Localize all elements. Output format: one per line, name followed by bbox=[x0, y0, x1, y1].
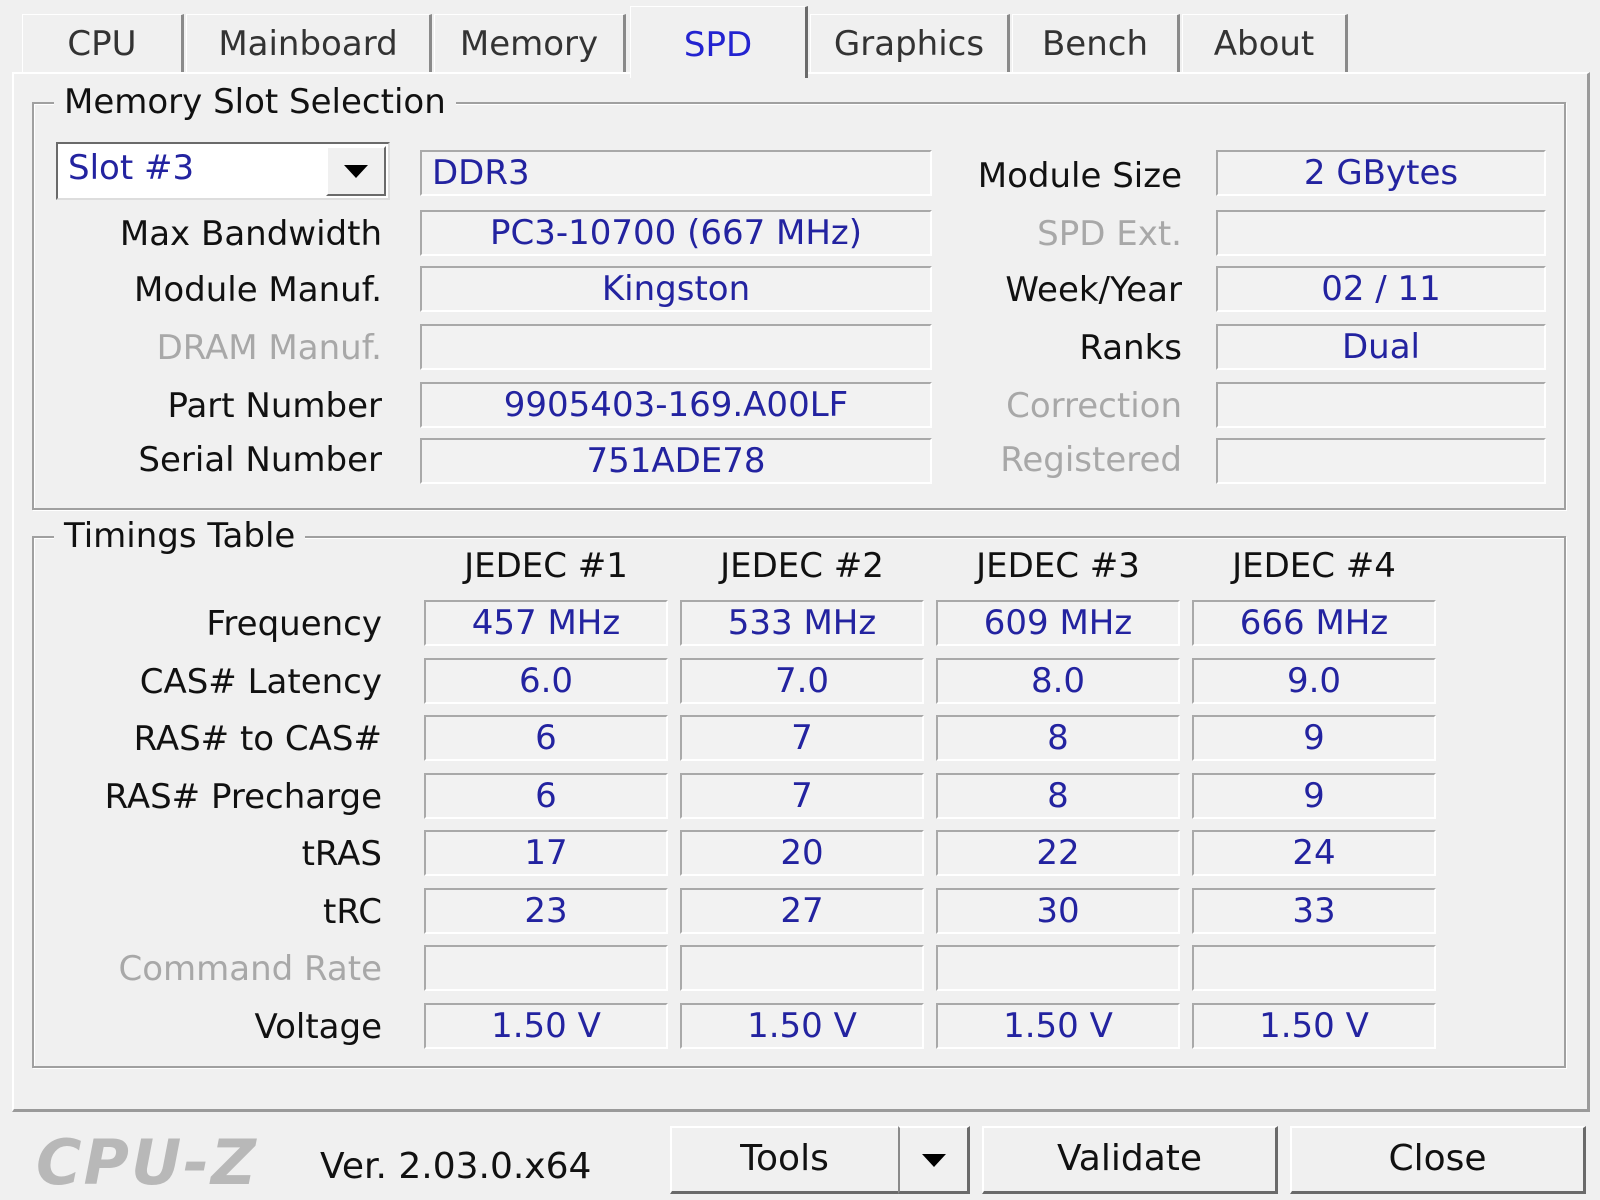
column-header: JEDEC #3 bbox=[976, 546, 1140, 586]
ranks-label: Ranks bbox=[1079, 328, 1182, 368]
timing-cell bbox=[680, 945, 924, 991]
timing-row-label: Voltage bbox=[254, 1007, 382, 1047]
timing-cell: 1.50 V bbox=[424, 1003, 668, 1049]
timing-cell: 30 bbox=[936, 888, 1180, 934]
dram-manuf-field bbox=[420, 324, 932, 370]
timing-cell: 33 bbox=[1192, 888, 1436, 934]
tab-bench[interactable]: Bench bbox=[1012, 14, 1180, 72]
column-header: JEDEC #1 bbox=[464, 546, 628, 586]
close-button[interactable]: Close bbox=[1290, 1126, 1586, 1194]
tab-memory[interactable]: Memory bbox=[434, 14, 626, 72]
timing-cell: 9 bbox=[1192, 715, 1436, 761]
slot-dropdown-button[interactable] bbox=[326, 146, 386, 196]
timing-cell: 20 bbox=[680, 830, 924, 876]
module-size-field: 2 GBytes bbox=[1216, 150, 1546, 196]
timing-cell: 533 MHz bbox=[680, 600, 924, 646]
timing-row-label: Command Rate bbox=[118, 949, 382, 989]
spd-ext-field bbox=[1216, 210, 1546, 256]
timing-cell: 1.50 V bbox=[680, 1003, 924, 1049]
timings-legend: Timings Table bbox=[54, 516, 306, 556]
validate-button[interactable]: Validate bbox=[982, 1126, 1278, 1194]
timing-cell: 6 bbox=[424, 773, 668, 819]
correction-label: Correction bbox=[1006, 386, 1182, 426]
column-header: JEDEC #2 bbox=[720, 546, 884, 586]
timing-row-label: Frequency bbox=[206, 604, 382, 644]
registered-label: Registered bbox=[1000, 440, 1182, 480]
timing-cell: 6 bbox=[424, 715, 668, 761]
week-year-field: 02 / 11 bbox=[1216, 266, 1546, 312]
module-manuf-field: Kingston bbox=[420, 266, 932, 312]
tab-about[interactable]: About bbox=[1182, 14, 1348, 72]
timing-cell bbox=[424, 945, 668, 991]
timing-cell: 457 MHz bbox=[424, 600, 668, 646]
timing-cell: 17 bbox=[424, 830, 668, 876]
tools-dropdown-button[interactable] bbox=[898, 1126, 970, 1194]
column-header: JEDEC #4 bbox=[1232, 546, 1396, 586]
module-manuf-label: Module Manuf. bbox=[133, 270, 382, 310]
memory-type-field: DDR3 bbox=[420, 150, 932, 196]
timing-cell: 8 bbox=[936, 715, 1180, 761]
spd-ext-label: SPD Ext. bbox=[1037, 214, 1182, 254]
timing-row-label: RAS# Precharge bbox=[104, 777, 382, 817]
timing-cell: 9 bbox=[1192, 773, 1436, 819]
part-number-field: 9905403-169.A00LF bbox=[420, 382, 932, 428]
timing-row-label: RAS# to CAS# bbox=[133, 719, 382, 759]
slot-select-value: Slot #3 bbox=[68, 148, 195, 188]
timing-cell: 9.0 bbox=[1192, 658, 1436, 704]
timing-cell bbox=[936, 945, 1180, 991]
timing-cell bbox=[1192, 945, 1436, 991]
timing-cell: 8 bbox=[936, 773, 1180, 819]
timing-cell: 7 bbox=[680, 773, 924, 819]
serial-number-label: Serial Number bbox=[138, 440, 382, 480]
timing-cell: 22 bbox=[936, 830, 1180, 876]
module-size-label: Module Size bbox=[977, 156, 1182, 196]
chevron-down-icon bbox=[921, 1153, 946, 1167]
tab-mainboard[interactable]: Mainboard bbox=[186, 14, 432, 72]
tab-cpu[interactable]: CPU bbox=[22, 14, 184, 72]
memory-slot-legend: Memory Slot Selection bbox=[54, 82, 456, 122]
max-bandwidth-label: Max Bandwidth bbox=[119, 214, 382, 254]
timing-row-label: CAS# Latency bbox=[139, 662, 382, 702]
max-bandwidth-field: PC3-10700 (667 MHz) bbox=[420, 210, 932, 256]
serial-number-field: 751ADE78 bbox=[420, 438, 932, 484]
timing-cell: 27 bbox=[680, 888, 924, 934]
timing-row-label: tRC bbox=[322, 892, 382, 932]
registered-field bbox=[1216, 438, 1546, 484]
cpu-z-logo: CPU-Z bbox=[36, 1126, 258, 1199]
timing-cell: 1.50 V bbox=[1192, 1003, 1436, 1049]
part-number-label: Part Number bbox=[167, 386, 382, 426]
timing-cell: 609 MHz bbox=[936, 600, 1180, 646]
ranks-field: Dual bbox=[1216, 324, 1546, 370]
week-year-label: Week/Year bbox=[1005, 270, 1182, 310]
dram-manuf-label: DRAM Manuf. bbox=[156, 328, 382, 368]
tab-graphics[interactable]: Graphics bbox=[810, 14, 1010, 72]
timing-cell: 8.0 bbox=[936, 658, 1180, 704]
timing-cell: 7.0 bbox=[680, 658, 924, 704]
chevron-down-icon bbox=[344, 165, 368, 178]
timing-cell: 6.0 bbox=[424, 658, 668, 704]
timing-cell: 23 bbox=[424, 888, 668, 934]
timing-row-label: tRAS bbox=[301, 834, 382, 874]
correction-field bbox=[1216, 382, 1546, 428]
tools-button-label: Tools bbox=[740, 1138, 829, 1179]
slot-select[interactable]: Slot #3 bbox=[56, 142, 390, 200]
tab-spd[interactable]: SPD bbox=[630, 6, 808, 78]
timing-cell: 24 bbox=[1192, 830, 1436, 876]
version-label: Ver. 2.03.0.x64 bbox=[320, 1146, 592, 1187]
timing-cell: 1.50 V bbox=[936, 1003, 1180, 1049]
timing-cell: 666 MHz bbox=[1192, 600, 1436, 646]
timing-cell: 7 bbox=[680, 715, 924, 761]
